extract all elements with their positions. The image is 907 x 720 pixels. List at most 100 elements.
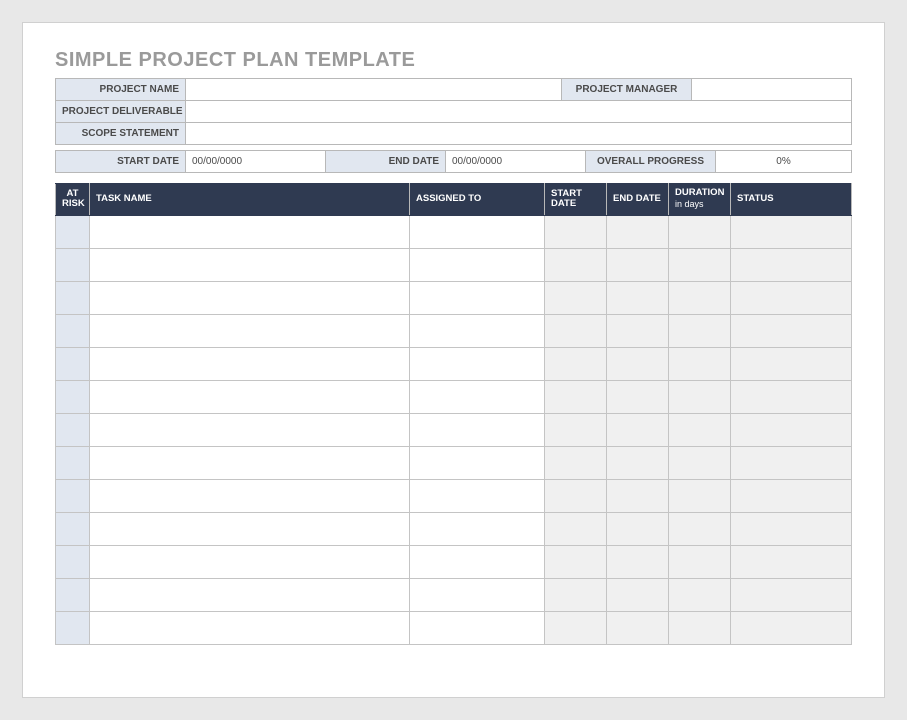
cell-end-date[interactable] (607, 281, 669, 314)
cell-assigned[interactable] (410, 380, 545, 413)
cell-task-name[interactable] (90, 215, 410, 248)
cell-at-risk[interactable] (56, 578, 90, 611)
cell-at-risk[interactable] (56, 479, 90, 512)
cell-start-date[interactable] (545, 314, 607, 347)
value-scope[interactable] (186, 123, 852, 145)
cell-end-date[interactable] (607, 446, 669, 479)
cell-status[interactable] (731, 248, 852, 281)
cell-start-date[interactable] (545, 611, 607, 644)
value-end-date[interactable]: 00/00/0000 (446, 151, 586, 173)
cell-duration[interactable] (669, 479, 731, 512)
cell-end-date[interactable] (607, 479, 669, 512)
cell-assigned[interactable] (410, 314, 545, 347)
cell-assigned[interactable] (410, 347, 545, 380)
cell-duration[interactable] (669, 578, 731, 611)
cell-status[interactable] (731, 413, 852, 446)
cell-assigned[interactable] (410, 446, 545, 479)
cell-at-risk[interactable] (56, 611, 90, 644)
cell-at-risk[interactable] (56, 281, 90, 314)
value-overall-progress[interactable]: 0% (716, 151, 852, 173)
cell-duration[interactable] (669, 215, 731, 248)
cell-assigned[interactable] (410, 281, 545, 314)
cell-start-date[interactable] (545, 479, 607, 512)
cell-start-date[interactable] (545, 347, 607, 380)
cell-at-risk[interactable] (56, 446, 90, 479)
cell-end-date[interactable] (607, 545, 669, 578)
cell-task-name[interactable] (90, 545, 410, 578)
cell-assigned[interactable] (410, 512, 545, 545)
value-start-date[interactable]: 00/00/0000 (186, 151, 326, 173)
cell-task-name[interactable] (90, 380, 410, 413)
cell-status[interactable] (731, 314, 852, 347)
cell-task-name[interactable] (90, 347, 410, 380)
value-project-name[interactable] (186, 79, 562, 101)
cell-status[interactable] (731, 446, 852, 479)
cell-at-risk[interactable] (56, 512, 90, 545)
cell-duration[interactable] (669, 446, 731, 479)
cell-at-risk[interactable] (56, 380, 90, 413)
cell-task-name[interactable] (90, 578, 410, 611)
cell-status[interactable] (731, 281, 852, 314)
cell-at-risk[interactable] (56, 215, 90, 248)
cell-status[interactable] (731, 611, 852, 644)
cell-task-name[interactable] (90, 611, 410, 644)
value-project-manager[interactable] (692, 79, 852, 101)
cell-duration[interactable] (669, 248, 731, 281)
cell-task-name[interactable] (90, 413, 410, 446)
cell-assigned[interactable] (410, 479, 545, 512)
cell-end-date[interactable] (607, 314, 669, 347)
cell-assigned[interactable] (410, 215, 545, 248)
cell-duration[interactable] (669, 281, 731, 314)
value-deliverable[interactable] (186, 101, 852, 123)
cell-assigned[interactable] (410, 248, 545, 281)
cell-duration[interactable] (669, 380, 731, 413)
cell-status[interactable] (731, 479, 852, 512)
header-task-name: TASK NAME (90, 184, 410, 216)
cell-end-date[interactable] (607, 248, 669, 281)
cell-duration[interactable] (669, 347, 731, 380)
cell-end-date[interactable] (607, 347, 669, 380)
cell-assigned[interactable] (410, 545, 545, 578)
cell-end-date[interactable] (607, 380, 669, 413)
cell-task-name[interactable] (90, 479, 410, 512)
cell-status[interactable] (731, 578, 852, 611)
cell-task-name[interactable] (90, 446, 410, 479)
cell-status[interactable] (731, 512, 852, 545)
cell-assigned[interactable] (410, 611, 545, 644)
cell-status[interactable] (731, 545, 852, 578)
cell-start-date[interactable] (545, 248, 607, 281)
cell-task-name[interactable] (90, 281, 410, 314)
cell-start-date[interactable] (545, 413, 607, 446)
cell-start-date[interactable] (545, 512, 607, 545)
cell-start-date[interactable] (545, 545, 607, 578)
cell-start-date[interactable] (545, 380, 607, 413)
cell-status[interactable] (731, 347, 852, 380)
cell-duration[interactable] (669, 413, 731, 446)
cell-status[interactable] (731, 380, 852, 413)
cell-start-date[interactable] (545, 215, 607, 248)
cell-at-risk[interactable] (56, 248, 90, 281)
cell-at-risk[interactable] (56, 347, 90, 380)
cell-duration[interactable] (669, 512, 731, 545)
cell-end-date[interactable] (607, 413, 669, 446)
cell-start-date[interactable] (545, 281, 607, 314)
cell-task-name[interactable] (90, 248, 410, 281)
cell-end-date[interactable] (607, 611, 669, 644)
cell-assigned[interactable] (410, 413, 545, 446)
cell-at-risk[interactable] (56, 545, 90, 578)
cell-status[interactable] (731, 215, 852, 248)
cell-task-name[interactable] (90, 314, 410, 347)
cell-task-name[interactable] (90, 512, 410, 545)
cell-start-date[interactable] (545, 578, 607, 611)
cell-duration[interactable] (669, 314, 731, 347)
cell-at-risk[interactable] (56, 314, 90, 347)
header-status: STATUS (731, 184, 852, 216)
cell-start-date[interactable] (545, 446, 607, 479)
cell-end-date[interactable] (607, 578, 669, 611)
cell-at-risk[interactable] (56, 413, 90, 446)
cell-assigned[interactable] (410, 578, 545, 611)
cell-end-date[interactable] (607, 215, 669, 248)
cell-end-date[interactable] (607, 512, 669, 545)
cell-duration[interactable] (669, 545, 731, 578)
cell-duration[interactable] (669, 611, 731, 644)
